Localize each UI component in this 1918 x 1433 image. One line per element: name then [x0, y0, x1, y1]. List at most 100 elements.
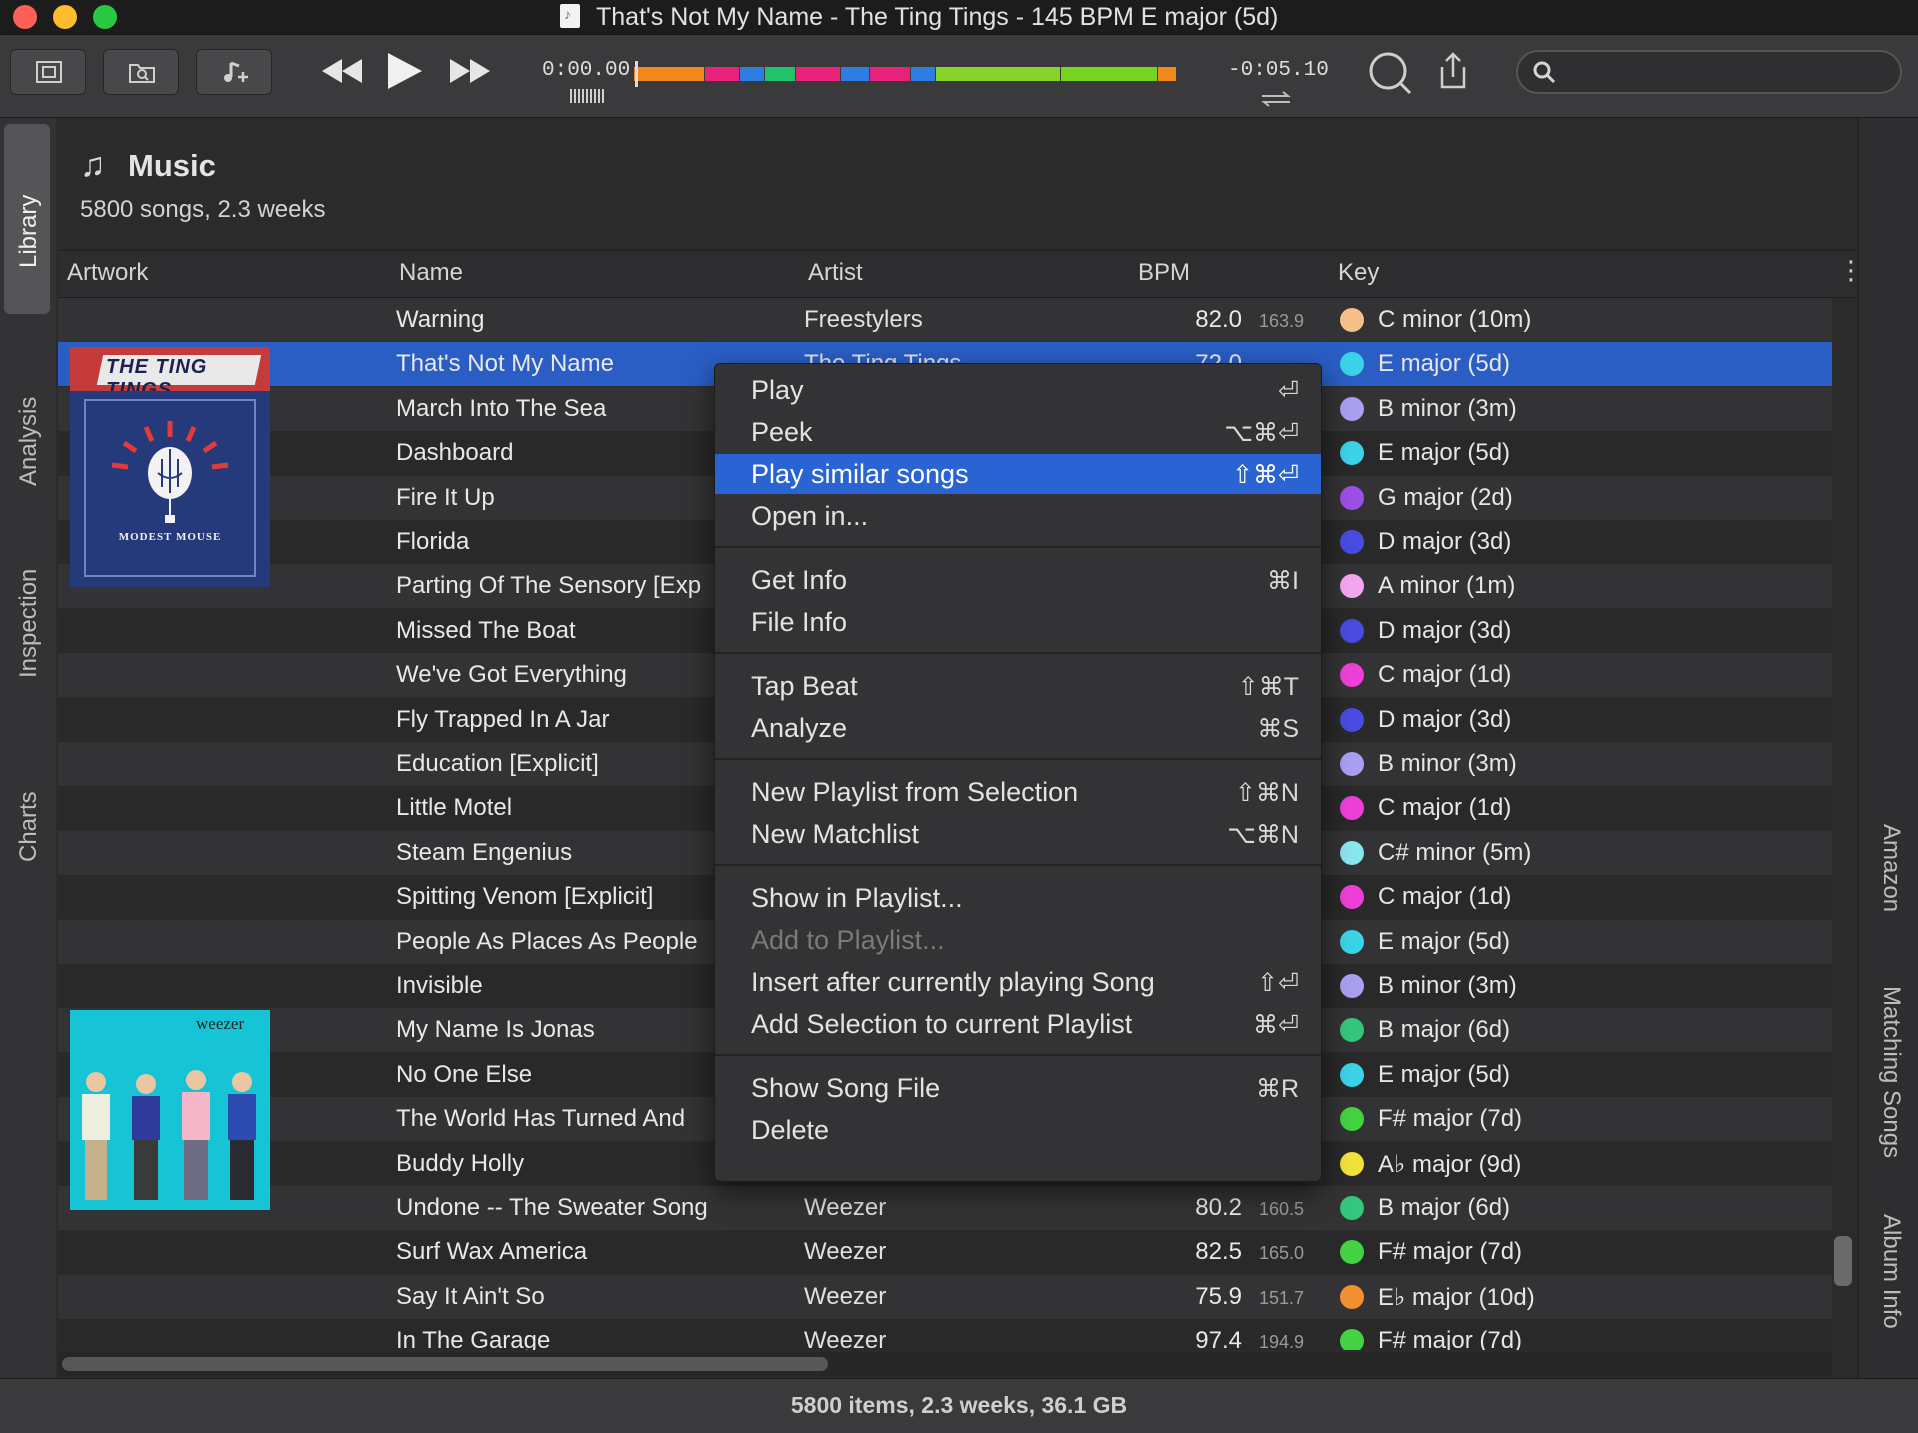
search-input[interactable]: [1570, 58, 1894, 88]
table-header: Artwork Name Artist BPM Key ⋮: [58, 250, 1864, 298]
waveform-bar[interactable]: [634, 67, 1224, 81]
song-name: No One Else: [396, 1061, 533, 1088]
song-key: A minor (1m): [1378, 572, 1516, 599]
loop-icon[interactable]: [1258, 89, 1294, 109]
song-key: E major (5d): [1378, 928, 1511, 955]
sidebar-icon: [36, 61, 62, 83]
menu-item-analyze[interactable]: Analyze ⌘S: [715, 708, 1321, 748]
menu-separator: [715, 652, 1321, 654]
menu-item-label: Show in Playlist...: [751, 883, 963, 913]
menu-item-new-playlist-from-selection[interactable]: New Playlist from Selection ⇧⌘N: [715, 772, 1321, 812]
artwork-banner: THE TING TINGS: [70, 347, 270, 401]
menu-item-peek[interactable]: Peek ⌥⌘⏎: [715, 412, 1321, 452]
column-bpm[interactable]: BPM: [1138, 259, 1190, 287]
waveform-segment: [705, 67, 739, 81]
menu-item-show-in-playlist[interactable]: Show in Playlist...: [715, 878, 1321, 918]
horizontal-scroll-thumb[interactable]: [62, 1357, 828, 1371]
menu-item-label: Play: [751, 375, 804, 405]
menu-item-open-in[interactable]: Open in...: [715, 496, 1321, 536]
menu-item-shortcut: ⇧⌘⏎: [1232, 461, 1299, 489]
menu-item-delete[interactable]: Delete: [715, 1110, 1321, 1150]
song-key: C minor (10m): [1378, 306, 1532, 333]
song-bpm: 82.0: [1195, 306, 1242, 333]
song-name: Surf Wax America: [396, 1238, 588, 1265]
tab-charts[interactable]: Charts: [4, 768, 50, 878]
similar-search-icon[interactable]: [1366, 49, 1416, 99]
menu-item-add-selection-to-current-playlist[interactable]: Add Selection to current Playlist ⌘⏎: [715, 1004, 1321, 1044]
song-key: D major (3d): [1378, 706, 1512, 733]
menu-item-show-song-file[interactable]: Show Song File ⌘R: [715, 1068, 1321, 1108]
waveform-segment: [1061, 67, 1157, 81]
search-box[interactable]: [1516, 50, 1902, 94]
table-row[interactable]: Say It Ain't So Weezer 75.9 151.7 E♭ major (…: [58, 1275, 1832, 1319]
rewind-icon[interactable]: [320, 51, 364, 91]
menu-separator: [715, 546, 1321, 548]
key-color-icon: [1340, 974, 1364, 998]
menu-item-play-similar-songs[interactable]: Play similar songs ⇧⌘⏎: [715, 454, 1321, 494]
zoom-window-button[interactable]: [93, 5, 117, 29]
song-key: C major (1d): [1378, 661, 1512, 688]
add-music-button[interactable]: [196, 49, 272, 95]
song-name: Undone -- The Sweater Song: [396, 1194, 708, 1221]
tab-matching-songs-label: Matching Songs: [1878, 986, 1905, 1159]
song-name: That's Not My Name: [396, 350, 614, 377]
menu-item-label: Peek: [751, 417, 813, 447]
song-name: Spitting Venom [Explicit]: [396, 883, 654, 910]
close-window-button[interactable]: [13, 5, 37, 29]
menu-item-new-matchlist[interactable]: New Matchlist ⌥⌘N: [715, 814, 1321, 854]
table-row[interactable]: In The Garage Weezer 97.4 194.9 F# major (7d…: [58, 1319, 1832, 1350]
song-name: Steam Engenius: [396, 839, 573, 866]
waveform-segment: [765, 67, 795, 81]
browse-folder-button[interactable]: [103, 49, 179, 95]
column-artwork[interactable]: Artwork: [67, 259, 148, 287]
song-bpm-double: 160.5: [1258, 1199, 1304, 1219]
sidebar-toggle-button[interactable]: [10, 49, 86, 95]
column-artist[interactable]: Artist: [808, 259, 863, 287]
vertical-scrollbar[interactable]: [1834, 1236, 1852, 1286]
column-options-icon[interactable]: ⋮: [1838, 255, 1864, 286]
play-icon[interactable]: [384, 51, 426, 91]
key-color-icon: [1340, 574, 1364, 598]
key-color-icon: [1340, 1240, 1364, 1264]
tab-inspection[interactable]: Inspection: [4, 548, 50, 708]
song-name: Say It Ain't So: [396, 1283, 545, 1310]
table-row[interactable]: Surf Wax America Weezer 82.5 165.0 F# major …: [58, 1230, 1832, 1274]
waveform-segment: [870, 67, 910, 81]
song-key: F# major (7d): [1378, 1238, 1523, 1265]
menu-item-file-info[interactable]: File Info: [715, 602, 1321, 642]
tab-analysis[interactable]: Analysis: [4, 368, 50, 518]
menu-item-shortcut: ⇧⌘N: [1234, 779, 1299, 807]
horizontal-scrollbar[interactable]: [58, 1352, 1832, 1376]
minimize-window-button[interactable]: [53, 5, 77, 29]
column-key[interactable]: Key: [1338, 259, 1379, 287]
tab-album-info-label: Album Info: [1878, 1214, 1905, 1329]
column-name[interactable]: Name: [399, 259, 463, 287]
song-name: Dashboard: [396, 439, 514, 466]
menu-item-insert-after-currently-playing-song[interactable]: Insert after currently playing Song ⇧⏎: [715, 962, 1321, 1002]
fast-forward-icon[interactable]: [448, 51, 492, 91]
share-icon[interactable]: [1436, 51, 1470, 91]
table-row[interactable]: Warning Freestylers 82.0 163.9 C minor (10m): [58, 298, 1832, 342]
tab-library[interactable]: Library: [4, 124, 50, 314]
song-key: C# minor (5m): [1378, 839, 1532, 866]
song-key: E major (5d): [1378, 350, 1511, 377]
menu-item-tap-beat[interactable]: Tap Beat ⇧⌘T: [715, 666, 1321, 706]
tab-inspection-label: Inspection: [15, 568, 42, 678]
album-artwork-1[interactable]: THE TING TINGS MODEST MOUSE: [70, 347, 270, 587]
menu-item-label: File Info: [751, 607, 848, 637]
key-color-icon: [1340, 441, 1364, 465]
menu-item-get-info[interactable]: Get Info ⌘I: [715, 560, 1321, 600]
song-key: E♭ major (10d): [1378, 1284, 1535, 1311]
song-bpm: 97.4: [1195, 1327, 1242, 1350]
waveform-segment: [841, 67, 869, 81]
menu-separator: [715, 758, 1321, 760]
tab-charts-label: Charts: [15, 791, 42, 862]
album-artwork-2[interactable]: weezer: [70, 1010, 270, 1210]
song-key: F# major (7d): [1378, 1105, 1523, 1132]
playhead[interactable]: [635, 61, 638, 87]
song-name: My Name Is Jonas: [396, 1016, 595, 1043]
table-row[interactable]: Undone -- The Sweater Song Weezer 80.2 160.…: [58, 1186, 1832, 1230]
menu-item-play[interactable]: Play ⏎: [715, 370, 1321, 410]
waveform-segment: [740, 67, 764, 81]
song-key: E major (5d): [1378, 439, 1511, 466]
